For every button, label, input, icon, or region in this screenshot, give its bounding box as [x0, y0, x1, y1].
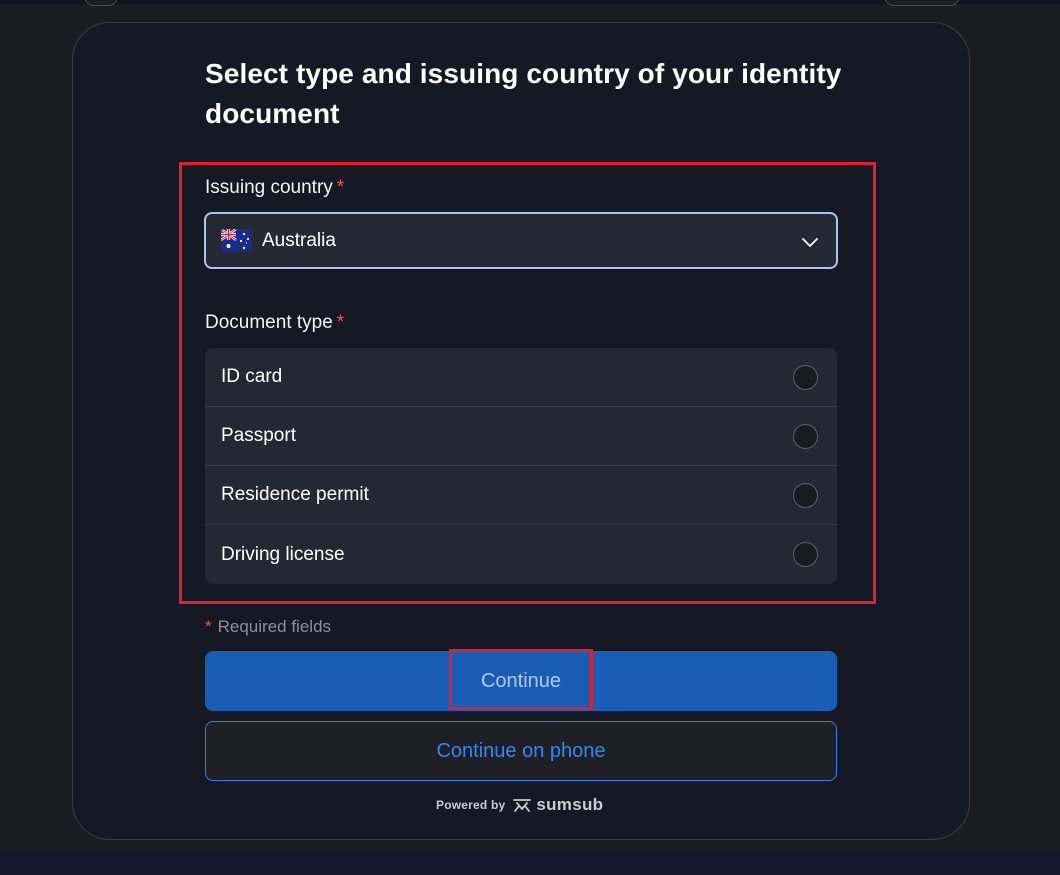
required-fields-text: Required fields: [217, 617, 332, 636]
continue-highlight-box: [449, 649, 593, 710]
powered-by-text: Powered by: [436, 798, 506, 812]
top-left-control[interactable]: [84, 0, 118, 6]
form-highlight-box: [179, 162, 876, 604]
page-title: Select type and issuing country of your …: [205, 58, 842, 129]
sumsub-brand: sumsub: [536, 795, 604, 814]
powered-by-footer: Powered by sumsub: [436, 794, 603, 816]
sumsub-logo-icon: [512, 797, 532, 813]
required-star: *: [205, 617, 212, 636]
required-fields-note: * Required fields: [205, 616, 331, 638]
top-right-control[interactable]: [884, 0, 960, 6]
continue-on-phone-button[interactable]: Continue on phone: [205, 721, 837, 781]
bottom-strip: [0, 850, 1060, 875]
